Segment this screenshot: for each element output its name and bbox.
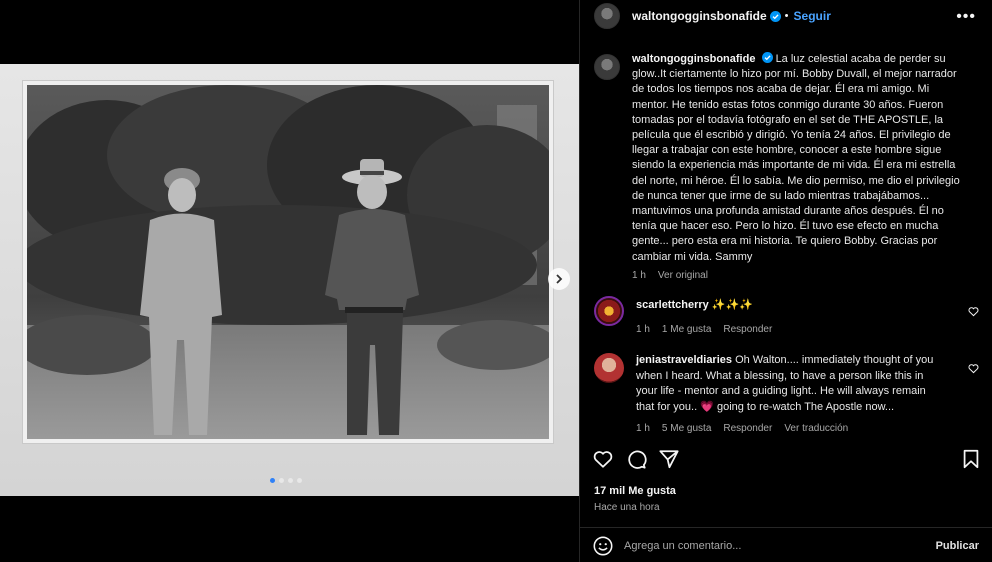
verified-badge-icon bbox=[769, 10, 781, 22]
comment-time: 1 h bbox=[636, 423, 650, 434]
caption-content: La luz celestial acaba de perder su glow… bbox=[632, 53, 960, 263]
post-header: waltongogginsbonafide • Seguir bbox=[580, 0, 992, 32]
post-side-panel: waltongogginsbonafide • Seguir ••• walto… bbox=[579, 0, 992, 562]
see-original-link[interactable]: Ver original bbox=[658, 270, 708, 281]
caption-time: 1 h bbox=[632, 269, 646, 281]
verified-badge-icon bbox=[761, 52, 773, 63]
post-photo bbox=[27, 85, 549, 439]
comment-username[interactable]: scarlettcherry bbox=[636, 299, 709, 311]
comment-likes[interactable]: 5 Me gusta bbox=[662, 421, 711, 437]
post-timestamp: Hace una hora bbox=[594, 502, 660, 513]
carousel-dot bbox=[297, 478, 302, 483]
comment-composer: Publicar bbox=[580, 528, 992, 562]
carousel-next-button[interactable] bbox=[548, 268, 570, 290]
separator-dot: • bbox=[784, 10, 789, 22]
comment-username[interactable]: jeniastraveldiaries bbox=[636, 354, 732, 366]
post-caption: waltongogginsbonafide La luz celestial a… bbox=[594, 52, 979, 281]
post-username[interactable]: waltongogginsbonafide bbox=[632, 9, 767, 23]
like-comment-heart-icon[interactable] bbox=[968, 363, 979, 374]
photo-print bbox=[22, 80, 554, 444]
chevron-right-icon bbox=[556, 274, 563, 284]
more-options-icon[interactable]: ••• bbox=[956, 8, 976, 26]
comment-text-line: scarlettcherry ✨✨✨ bbox=[636, 298, 946, 314]
comment-item: jeniastraveldiaries Oh Walton.... immedi… bbox=[594, 353, 979, 437]
commenter-avatar[interactable] bbox=[594, 296, 624, 326]
comment-time: 1 h bbox=[636, 323, 650, 335]
comment-item: scarlettcherry ✨✨✨ 1 h 1 Me gusta Respon… bbox=[594, 296, 979, 337]
avatar[interactable] bbox=[594, 3, 620, 29]
photo-frame bbox=[0, 64, 579, 496]
post-actions bbox=[580, 448, 992, 474]
carousel-dot bbox=[288, 478, 293, 483]
caption-text: waltongogginsbonafide La luz celestial a… bbox=[632, 52, 964, 265]
like-comment-heart-icon[interactable] bbox=[968, 306, 979, 317]
share-send-icon[interactable] bbox=[658, 448, 680, 470]
comment-meta: 1 h 5 Me gusta Responder Ver traducción bbox=[636, 421, 946, 437]
comment-likes[interactable]: 1 Me gusta bbox=[662, 322, 711, 338]
avatar[interactable] bbox=[594, 54, 620, 80]
publish-button[interactable]: Publicar bbox=[936, 540, 979, 552]
comment-text-line: jeniastraveldiaries Oh Walton.... immedi… bbox=[636, 353, 946, 415]
comment-text: ✨✨✨ bbox=[711, 299, 753, 311]
carousel-dot bbox=[270, 478, 275, 483]
caption-meta: 1 h Ver original bbox=[632, 270, 964, 281]
carousel-dots bbox=[270, 478, 302, 483]
post-media bbox=[0, 0, 579, 562]
follow-button[interactable]: Seguir bbox=[794, 9, 831, 23]
caption-username[interactable]: waltongogginsbonafide bbox=[632, 53, 755, 65]
like-heart-icon[interactable] bbox=[592, 448, 614, 470]
comment-body: jeniastraveldiaries Oh Walton.... immedi… bbox=[636, 353, 946, 437]
comment-meta: 1 h 1 Me gusta Responder bbox=[636, 322, 946, 338]
like-count[interactable]: 17 mil Me gusta bbox=[594, 485, 676, 497]
emoji-icon[interactable] bbox=[592, 535, 614, 557]
see-translation-link[interactable]: Ver traducción bbox=[784, 421, 848, 437]
reply-button[interactable]: Responder bbox=[723, 421, 772, 437]
comment-body: scarlettcherry ✨✨✨ 1 h 1 Me gusta Respon… bbox=[636, 296, 946, 337]
comment-bubble-icon[interactable] bbox=[625, 448, 647, 470]
comment-input[interactable] bbox=[624, 536, 924, 556]
save-bookmark-icon[interactable] bbox=[960, 448, 982, 470]
commenter-avatar[interactable] bbox=[594, 353, 624, 383]
comments-section: waltongogginsbonafide La luz celestial a… bbox=[580, 44, 992, 444]
caption-body: waltongogginsbonafide La luz celestial a… bbox=[632, 52, 964, 281]
reply-button[interactable]: Responder bbox=[723, 322, 772, 338]
carousel-dot bbox=[279, 478, 284, 483]
